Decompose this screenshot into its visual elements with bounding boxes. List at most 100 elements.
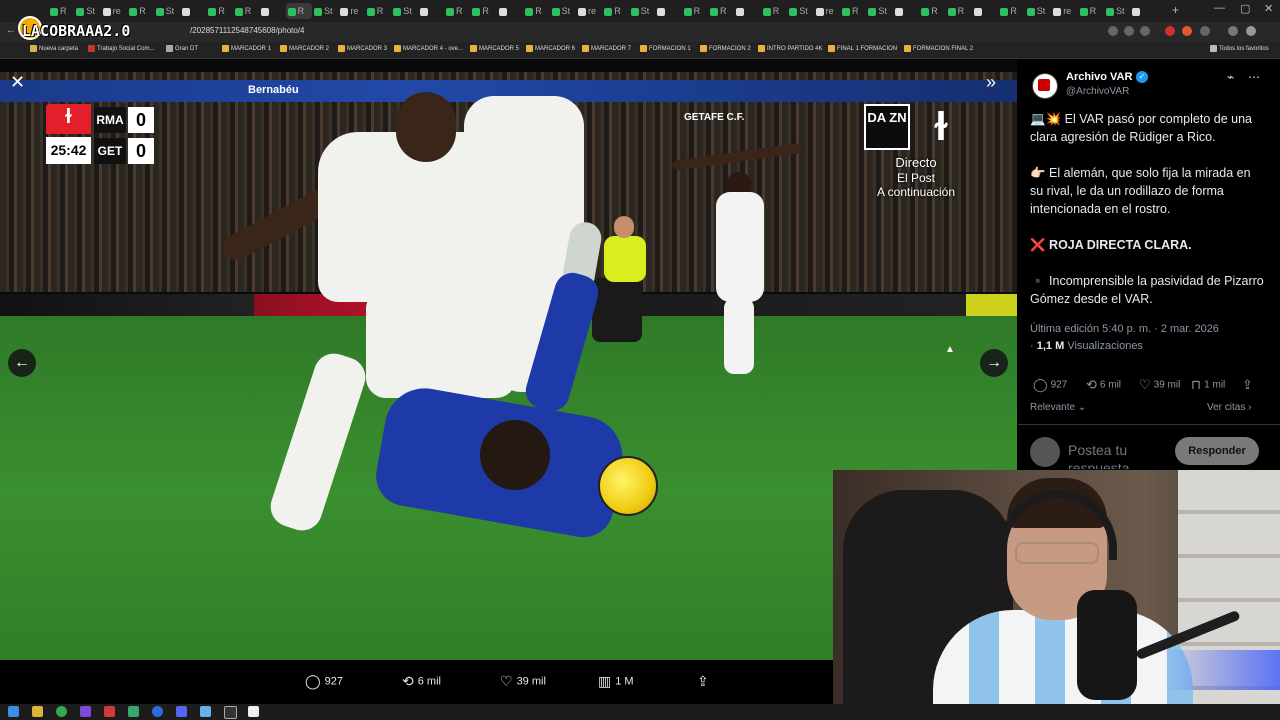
close-window-icon[interactable]: ✕ bbox=[1264, 2, 1273, 15]
menu-icon[interactable] bbox=[1228, 26, 1238, 36]
bookmark-item[interactable]: MARCADOR 6 bbox=[526, 45, 575, 52]
start-icon[interactable] bbox=[8, 706, 19, 717]
obs-icon[interactable] bbox=[224, 706, 237, 719]
account-name[interactable]: Archivo VAR bbox=[1066, 71, 1132, 83]
post-reply-stat[interactable]: ◯ 927 bbox=[1033, 377, 1067, 393]
app-icon-6[interactable] bbox=[248, 706, 259, 717]
reply-button[interactable]: Responder bbox=[1175, 437, 1259, 465]
app-icon-2[interactable] bbox=[104, 706, 115, 717]
bookmark-item[interactable]: MARCADOR 1 bbox=[222, 45, 271, 52]
bookmark-item[interactable]: FINAL 1 FORMACION bbox=[828, 45, 897, 52]
edited-timestamp[interactable]: Última edición 5:40 p. m. · 2 mar. 2026 bbox=[1030, 323, 1219, 335]
app-icon-4[interactable] bbox=[152, 706, 163, 717]
record-icon[interactable] bbox=[1165, 26, 1175, 36]
star-icon[interactable] bbox=[1140, 26, 1150, 36]
browser-tab[interactable]: R bbox=[444, 3, 470, 19]
browser-tab[interactable] bbox=[1130, 3, 1156, 19]
browser-tab[interactable]: R bbox=[919, 3, 945, 19]
app-icon-3[interactable] bbox=[128, 706, 139, 717]
extension-icon[interactable] bbox=[1182, 26, 1192, 36]
browser-tab[interactable]: re bbox=[814, 3, 840, 19]
browser-tab[interactable]: R bbox=[206, 3, 232, 19]
browser-tab[interactable] bbox=[893, 3, 919, 19]
bookmark-item[interactable]: FORMACION FINAL 2 bbox=[904, 45, 973, 52]
bookmark-item[interactable]: Trabajo Social Com... bbox=[88, 45, 154, 52]
browser-tab[interactable] bbox=[655, 3, 681, 19]
browser-tab[interactable]: re bbox=[338, 3, 364, 19]
browser-tab[interactable] bbox=[259, 3, 285, 19]
expand-panel-icon[interactable]: » bbox=[986, 72, 996, 93]
browser-tab[interactable]: St bbox=[787, 3, 813, 19]
close-viewer-icon[interactable]: ✕ bbox=[10, 72, 25, 93]
search-icon[interactable] bbox=[1108, 26, 1118, 36]
bookmark-item[interactable]: MARCADOR 5 bbox=[470, 45, 519, 52]
browser-tab[interactable]: St bbox=[74, 3, 100, 19]
bookmark-item[interactable]: INTRO PARTIDO 4K bbox=[758, 45, 822, 52]
browser-tab[interactable]: St bbox=[629, 3, 655, 19]
browser-tab[interactable]: R bbox=[470, 3, 496, 19]
like-action[interactable]: ♡ 39 mil bbox=[500, 673, 546, 690]
app-icon-5[interactable] bbox=[200, 706, 211, 717]
bookmark-item[interactable]: Nueva carpeta bbox=[30, 45, 78, 52]
share-action[interactable]: ⇪ bbox=[697, 673, 713, 690]
browser-tab[interactable]: St bbox=[1104, 3, 1130, 19]
browser-tab[interactable]: St bbox=[391, 3, 417, 19]
browser-tab[interactable] bbox=[418, 3, 444, 19]
browser-tab[interactable]: re bbox=[1051, 3, 1077, 19]
browser-tab[interactable]: R bbox=[48, 3, 74, 19]
reply-input[interactable]: Postea tu respuesta bbox=[1068, 441, 1168, 469]
profile-avatar[interactable] bbox=[1246, 26, 1256, 36]
browser-tab[interactable]: R bbox=[1078, 3, 1104, 19]
browser-tab[interactable]: R bbox=[761, 3, 787, 19]
post-share-stat[interactable]: ⇪ bbox=[1242, 377, 1256, 393]
browser-tab[interactable]: re bbox=[101, 3, 127, 19]
bookmark-item[interactable]: MARCADOR 3 bbox=[338, 45, 387, 52]
browser-tab[interactable]: R bbox=[708, 3, 734, 19]
discord-icon[interactable] bbox=[176, 706, 187, 717]
browser-tab[interactable]: St bbox=[154, 3, 180, 19]
browser-tab[interactable] bbox=[734, 3, 760, 19]
minimize-icon[interactable]: — bbox=[1214, 2, 1225, 14]
view-quotes-link[interactable]: Ver citas › bbox=[1207, 402, 1251, 413]
new-tab-icon[interactable]: + bbox=[1172, 3, 1179, 17]
bookmark-item[interactable]: MARCADOR 7 bbox=[582, 45, 631, 52]
chrome-icon[interactable] bbox=[56, 706, 67, 717]
back-icon[interactable]: ← bbox=[6, 25, 16, 36]
post-like-stat[interactable]: ♡ 39 mil bbox=[1139, 377, 1180, 393]
browser-tab[interactable]: R bbox=[233, 3, 259, 19]
cast-icon[interactable] bbox=[1124, 26, 1134, 36]
post-bookmark-stat[interactable]: ⊓ 1 mil bbox=[1191, 377, 1225, 393]
browser-tab[interactable]: R bbox=[365, 3, 391, 19]
bookmark-item[interactable]: MARCADOR 2 bbox=[280, 45, 329, 52]
browser-tab[interactable]: R bbox=[682, 3, 708, 19]
browser-tab[interactable]: St bbox=[550, 3, 576, 19]
repost-action[interactable]: ⟲ 6 mil bbox=[402, 673, 441, 690]
bookmark-item[interactable]: Gran DT bbox=[166, 45, 198, 52]
all-favorites-link[interactable]: Todos los favoritos bbox=[1210, 45, 1269, 52]
browser-tab[interactable]: R bbox=[840, 3, 866, 19]
browser-tab[interactable]: R bbox=[523, 3, 549, 19]
post-repost-stat[interactable]: ⟲ 6 mil bbox=[1086, 377, 1121, 393]
views-action[interactable]: ▥ 1 M bbox=[598, 673, 634, 690]
browser-tab[interactable]: St bbox=[866, 3, 892, 19]
browser-tab[interactable]: R bbox=[127, 3, 153, 19]
url-input[interactable]: /2028571112548745608/photo/4 bbox=[190, 26, 304, 35]
account-handle[interactable]: @ArchivoVAR bbox=[1066, 86, 1129, 97]
bookmark-item[interactable]: FORMACION 2 bbox=[700, 45, 751, 52]
app-icon-1[interactable] bbox=[80, 706, 91, 717]
grok-icon[interactable]: ⌁ bbox=[1227, 70, 1234, 84]
browser-tab[interactable]: R bbox=[998, 3, 1024, 19]
browser-tab[interactable]: R bbox=[946, 3, 972, 19]
bookmark-item[interactable]: MARCADOR 4 - ove... bbox=[394, 45, 463, 52]
browser-tab[interactable] bbox=[180, 3, 206, 19]
sort-replies-dropdown[interactable]: Relevante ⌄ bbox=[1030, 402, 1086, 413]
file-explorer-icon[interactable] bbox=[32, 706, 43, 717]
bookmark-item[interactable]: FORMACION 1 bbox=[640, 45, 691, 52]
more-options-icon[interactable]: ⋯ bbox=[1248, 70, 1260, 84]
browser-tab[interactable]: re bbox=[576, 3, 602, 19]
next-photo-button[interactable]: → bbox=[980, 349, 1008, 377]
browser-tab[interactable]: St bbox=[312, 3, 338, 19]
browser-tab[interactable] bbox=[497, 3, 523, 19]
browser-tab[interactable] bbox=[972, 3, 998, 19]
browser-tab[interactable]: R bbox=[602, 3, 628, 19]
